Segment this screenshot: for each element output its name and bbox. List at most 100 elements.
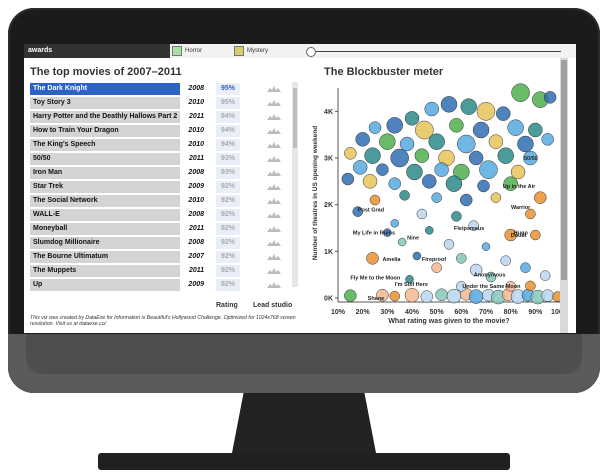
studio-logo-icon — [267, 114, 281, 120]
year-slider[interactable] — [306, 46, 561, 57]
y-tick-label: 0K — [324, 296, 333, 303]
movie-row[interactable]: How to Train Your Dragon 2010 94% — [30, 124, 292, 138]
list-scrollbar[interactable] — [292, 82, 298, 287]
movie-row-bar — [30, 279, 180, 291]
movie-point — [424, 101, 439, 117]
movie-point — [416, 208, 428, 220]
x-tick-label: 70% — [479, 309, 494, 316]
slider-track — [312, 51, 561, 52]
movie-row[interactable]: WALL-E 2008 92% — [30, 208, 292, 222]
movie-point — [399, 136, 415, 152]
page-scrollbar-thumb[interactable] — [561, 60, 567, 280]
movie-point — [445, 175, 463, 192]
movie-point — [386, 117, 403, 134]
movie-title: The Muppets — [33, 267, 77, 274]
movie-year: 2009 — [188, 183, 204, 190]
movie-point — [397, 237, 407, 247]
movie-row[interactable]: Moneyball 2011 92% — [30, 222, 292, 236]
movie-title: The Bourne Ultimatum — [33, 253, 109, 260]
movie-year: 2010 — [188, 99, 204, 106]
annotation-label: Shane — [368, 296, 385, 302]
legend-horror-label: Horror — [185, 48, 203, 54]
legend-horror[interactable]: Horror — [172, 46, 202, 56]
slider-knob[interactable] — [306, 47, 316, 57]
studio-logo-icon — [267, 254, 281, 260]
column-lead-studio: Lead studio — [253, 302, 293, 309]
movie-year: 2011 — [188, 225, 204, 232]
movie-rating: 92% — [220, 253, 235, 260]
studio-logo-icon — [267, 86, 281, 92]
movie-row[interactable]: Toy Story 3 2010 95% — [30, 96, 292, 110]
annotation-label: My Life in Ruins — [353, 231, 395, 237]
studio-logo-icon — [267, 100, 281, 106]
movie-point — [528, 122, 543, 138]
movie-row[interactable]: The King's Speech 2010 94% — [30, 138, 292, 152]
movie-point — [460, 193, 473, 207]
movie-point — [428, 133, 445, 150]
movie-year: 2008 — [188, 239, 204, 246]
movie-row[interactable]: 50/50 2011 93% — [30, 152, 292, 166]
movie-row[interactable]: The Dark Knight 2008 95% — [30, 82, 292, 96]
movie-point — [390, 219, 399, 228]
blockbuster-scatter-chart: 0K1K2K3K4K10%20%30%40%50%60%70%80%90%100… — [312, 83, 566, 325]
x-axis-label: What rating was given to the movie? — [388, 318, 509, 325]
movie-point — [543, 91, 557, 104]
movie-rating: 95% — [220, 99, 235, 106]
studio-logo-icon — [267, 184, 281, 190]
movie-point — [414, 148, 430, 163]
studio-logo-icon — [267, 198, 281, 204]
list-scrollbar-thumb[interactable] — [293, 88, 297, 148]
movie-rating: 92% — [220, 281, 235, 288]
annotation-label: Fireproof — [422, 257, 446, 263]
studio-logo-icon — [267, 240, 281, 246]
movie-row-bar — [30, 153, 180, 165]
movie-row[interactable]: Iron Man 2008 93% — [30, 166, 292, 180]
movie-year: 2007 — [188, 253, 204, 260]
movie-title: Star Trek — [33, 183, 63, 190]
movie-point — [520, 262, 531, 273]
movie-point — [457, 134, 476, 154]
legend-mystery[interactable]: Mystery — [234, 46, 268, 56]
movie-year: 2008 — [188, 211, 204, 218]
annotation-label: Under the Same Moon — [462, 284, 521, 290]
movie-year: 2011 — [188, 267, 204, 274]
annotation-label: Anonymous — [474, 273, 506, 279]
annotation-label: Amelia — [382, 257, 401, 263]
movie-row[interactable]: The Social Network 2010 92% — [30, 194, 292, 208]
movie-point — [541, 289, 554, 302]
movie-row[interactable]: Slumdog Millionaire 2008 92% — [30, 236, 292, 250]
movie-point — [344, 289, 357, 302]
movie-rating: 92% — [220, 197, 235, 204]
movie-rating: 93% — [220, 169, 235, 176]
movie-point — [500, 255, 511, 266]
filter-bar: awards Horror Mystery — [24, 44, 576, 58]
movie-point — [460, 98, 477, 115]
movie-title: The King's Speech — [33, 141, 96, 148]
movie-point — [468, 150, 484, 166]
movie-row[interactable]: Star Trek 2009 92% — [30, 180, 292, 194]
annotation-label: Up in the Air — [503, 184, 536, 190]
movie-title: Harry Potter and the Deathly Hallows Par… — [33, 113, 178, 120]
movie-row[interactable]: Harry Potter and the Deathly Hallows Par… — [30, 110, 292, 124]
legend-mystery-label: Mystery — [247, 48, 268, 54]
monitor-stand-foot — [98, 453, 510, 470]
movie-rating: 92% — [220, 211, 235, 218]
movie-row[interactable]: The Muppets 2011 92% — [30, 264, 292, 278]
movie-title: Moneyball — [33, 225, 68, 232]
movie-point — [341, 172, 355, 186]
monitor-stand-neck — [232, 393, 376, 453]
movie-rating: 92% — [220, 183, 235, 190]
movie-point — [404, 287, 420, 303]
annotation-label: Nine — [407, 235, 419, 241]
page-scrollbar[interactable] — [560, 58, 568, 333]
studio-logo-icon — [267, 156, 281, 162]
movie-point — [388, 177, 401, 190]
movie-year: 2009 — [188, 281, 204, 288]
annotation-label: Post Grad — [358, 207, 384, 213]
movie-point — [446, 288, 462, 304]
annotation-label: 50/50 — [524, 156, 538, 162]
movie-year: 2010 — [188, 141, 204, 148]
movie-year: 2011 — [188, 155, 204, 162]
movie-row[interactable]: Up 2009 92% — [30, 278, 292, 292]
movie-row[interactable]: The Bourne Ultimatum 2007 92% — [30, 250, 292, 264]
